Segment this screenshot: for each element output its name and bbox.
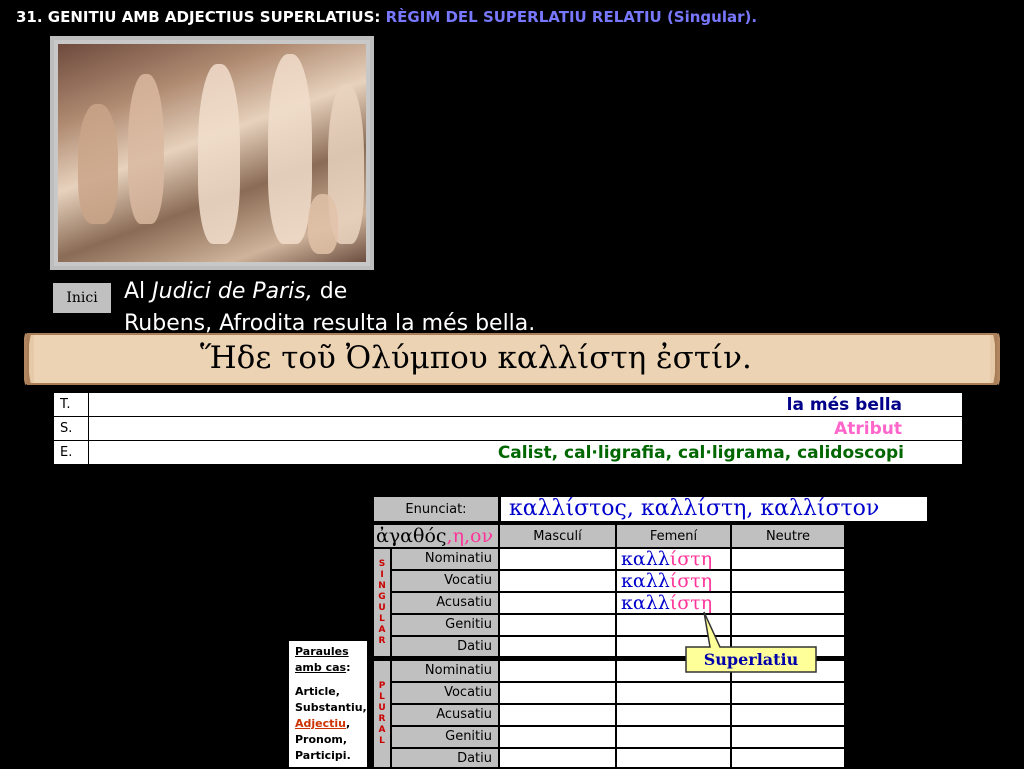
greek-sentence: Ἥδε τοῦ Ὀλύμπου καλλίστη ἐστίν. — [200, 340, 752, 376]
cell-masc-acc-pl[interactable] — [499, 704, 616, 726]
title-number: 31. GENITIU AMB ADJECTIUS SUPERLATIUS: — [16, 8, 381, 26]
cell-masc-acc-sg[interactable] — [499, 592, 616, 614]
table-row: E. Calist, cal·ligrafia, cal·ligrama, ca… — [53, 440, 963, 465]
column-header-masculi: Masculí — [499, 524, 616, 548]
enunciat-label: Enunciat: — [373, 496, 499, 522]
cell-neut-voc-sg[interactable] — [731, 570, 845, 592]
column-header-neutre: Neutre — [731, 524, 845, 548]
superlatiu-callout: Superlatiu — [703, 649, 799, 669]
case-acusatiu-sg: Acusatiu — [391, 592, 499, 614]
cell-masc-dat-pl[interactable] — [499, 748, 616, 768]
cell-fem-dat-pl[interactable] — [616, 748, 731, 768]
tse-table: T. la més bella S. Atribut E. Calist, ca… — [53, 392, 963, 465]
cell-neut-gen-pl[interactable] — [731, 726, 845, 748]
case-datiu-sg: Datiu — [391, 636, 499, 658]
painting-canvas — [58, 44, 366, 262]
cell-masc-gen-pl[interactable] — [499, 726, 616, 748]
cell-fem-voc-sg[interactable]: καλλίστη — [616, 570, 731, 592]
column-header-femeni: Femení — [616, 524, 731, 548]
cell-fem-gen-pl[interactable] — [616, 726, 731, 748]
row-label: S. — [53, 416, 89, 441]
cell-masc-voc-pl[interactable] — [499, 682, 616, 704]
cell-masc-nom-sg[interactable] — [499, 548, 616, 570]
cell-neut-nom-sg[interactable] — [731, 548, 845, 570]
case-nominatiu-sg: Nominatiu — [391, 548, 499, 570]
cell-neut-voc-pl[interactable] — [731, 682, 845, 704]
singular-label: SINGULAR — [373, 548, 391, 658]
cell-fem-acc-pl[interactable] — [616, 704, 731, 726]
title-subtitle: RÈGIM DEL SUPERLATIU RELATIU (Singular). — [385, 8, 758, 26]
judgement-of-paris-painting — [50, 36, 374, 270]
cell-fem-voc-pl[interactable] — [616, 682, 731, 704]
cell-neut-dat-pl[interactable] — [731, 748, 845, 768]
case-genitiu-pl: Genitiu — [391, 726, 499, 748]
case-datiu-pl: Datiu — [391, 748, 499, 768]
case-nominatiu-pl: Nominatiu — [391, 660, 499, 682]
case-acusatiu-pl: Acusatiu — [391, 704, 499, 726]
home-button[interactable]: Inici — [53, 283, 111, 313]
etymology-value: Calist, cal·ligrafia, cal·ligrama, calid… — [88, 440, 963, 465]
plural-label: PLURAL — [373, 660, 391, 768]
cell-masc-voc-sg[interactable] — [499, 570, 616, 592]
enunciat-value: καλλίστος, καλλίστη, καλλίστον — [500, 496, 928, 522]
syntax-value: Atribut — [88, 416, 963, 441]
cell-masc-gen-sg[interactable] — [499, 614, 616, 636]
case-genitiu-sg: Genitiu — [391, 614, 499, 636]
row-label: T. — [53, 392, 89, 417]
cell-neut-acc-pl[interactable] — [731, 704, 845, 726]
table-row: T. la més bella — [53, 392, 963, 417]
cell-fem-nom-sg[interactable]: καλλίστη — [616, 548, 731, 570]
page-title: 31. GENITIU AMB ADJECTIUS SUPERLATIUS: R… — [16, 8, 1016, 26]
lemma: ἀγαθός,η,ον — [373, 524, 499, 548]
caption-line-1: Al Judici de Paris, de — [124, 279, 348, 304]
case-vocatiu-sg: Vocatiu — [391, 570, 499, 592]
translation-value: la més bella — [88, 392, 963, 417]
paraules-amb-cas-box: Paraules amb cas: Article, Substantiu, A… — [288, 640, 368, 768]
row-label: E. — [53, 440, 89, 465]
cell-masc-dat-sg[interactable] — [499, 636, 616, 658]
cell-masc-nom-pl[interactable] — [499, 660, 616, 682]
case-vocatiu-pl: Vocatiu — [391, 682, 499, 704]
table-row: S. Atribut — [53, 416, 963, 441]
